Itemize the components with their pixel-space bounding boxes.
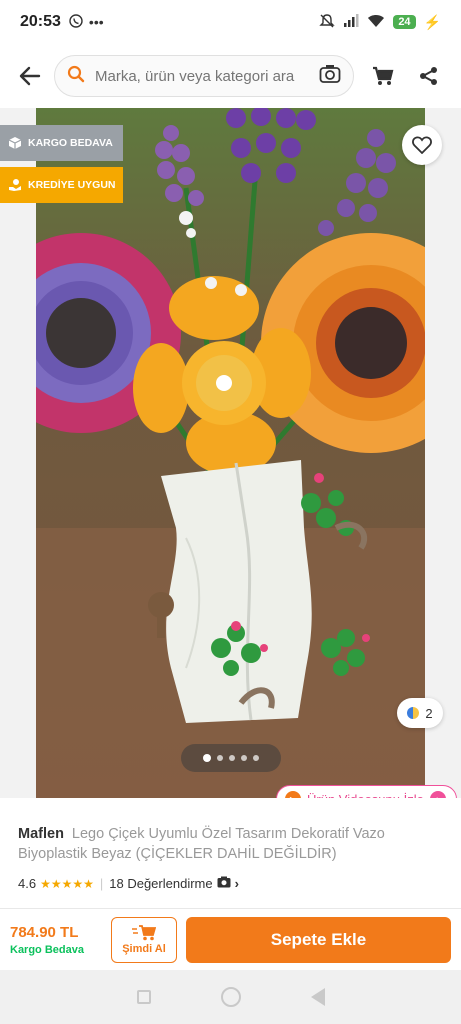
review-count[interactable]: 18 Değerlendirme [109, 876, 212, 891]
search-icon [67, 65, 85, 88]
free-shipping-label: KARGO BEDAVA [28, 137, 113, 149]
photo-reviews-icon [217, 876, 231, 891]
image-count-pill[interactable]: 2 [397, 698, 443, 728]
battery-indicator: 24 [393, 15, 416, 29]
product-photo-illustration [36, 108, 425, 798]
product-info: Maflen Lego Çiçek Uyumlu Özel Tasarım Dek… [0, 798, 461, 908]
android-nav-bar [0, 970, 461, 1024]
product-title: Maflen Lego Çiçek Uyumlu Özel Tasarım Dek… [18, 824, 443, 864]
free-shipping-text: Kargo Bedava [10, 943, 84, 956]
gallery-icon [407, 707, 420, 719]
star-rating-icon: ★★★★★ [40, 876, 94, 891]
rating-row[interactable]: 4.6 ★★★★★ | 18 Değerlendirme › [18, 876, 443, 891]
mute-icon [319, 13, 336, 32]
purchase-bar: 784.90 TL Kargo Bedava Şimdi Al Sepete E… [0, 908, 461, 970]
fast-cart-icon [132, 924, 156, 940]
price: 784.90 TL [10, 923, 79, 941]
wifi-icon [367, 14, 385, 31]
chevron-right-icon: › [234, 876, 239, 891]
add-to-cart-button[interactable]: Sepete Ekle [186, 916, 451, 963]
favorite-button[interactable] [402, 125, 442, 165]
signal-icon [343, 13, 359, 31]
search-input[interactable] [95, 67, 295, 85]
page-dot[interactable] [241, 755, 247, 761]
hand-money-icon [8, 178, 22, 193]
arrow-left-icon [19, 66, 41, 86]
page-dot[interactable] [203, 754, 211, 762]
product-name: Lego Çiçek Uyumlu Özel Tasarım Dekoratif… [18, 826, 385, 862]
page-dot[interactable] [229, 755, 235, 761]
home-icon[interactable] [220, 987, 241, 1007]
image-count: 2 [425, 705, 433, 721]
credit-eligible-badge: KREDİYE UYGUN [0, 167, 123, 203]
share-button[interactable] [412, 59, 446, 93]
cart-icon [373, 66, 394, 85]
heart-icon [412, 136, 432, 154]
camera-search-icon[interactable] [319, 64, 341, 89]
page-dot[interactable] [253, 755, 259, 761]
more-dots-icon: ••• [88, 13, 104, 30]
top-navbar [0, 44, 461, 108]
buy-now-label: Şimdi Al [122, 942, 166, 955]
recent-apps-icon[interactable] [136, 990, 151, 1004]
status-time: 20:53 [20, 13, 61, 30]
back-button[interactable] [14, 60, 46, 92]
page-dot[interactable] [217, 755, 223, 761]
product-image[interactable] [36, 108, 425, 798]
whatsapp-icon [69, 13, 83, 31]
search-bar[interactable] [54, 55, 354, 97]
free-shipping-badge: KARGO BEDAVA [0, 125, 123, 161]
credit-eligible-label: KREDİYE UYGUN [28, 179, 116, 191]
brand-link[interactable]: Maflen [18, 826, 64, 842]
box-icon [8, 136, 22, 151]
status-bar: 20:53 ••• 24 ⚡ [0, 0, 461, 44]
rating-value: 4.6 [18, 876, 37, 891]
cart-button[interactable] [366, 59, 400, 93]
share-icon [420, 67, 437, 85]
charging-icon: ⚡ [423, 13, 441, 30]
back-triangle-icon[interactable] [310, 988, 325, 1006]
gallery-pager[interactable] [181, 744, 281, 772]
buy-now-button[interactable]: Şimdi Al [111, 916, 177, 963]
